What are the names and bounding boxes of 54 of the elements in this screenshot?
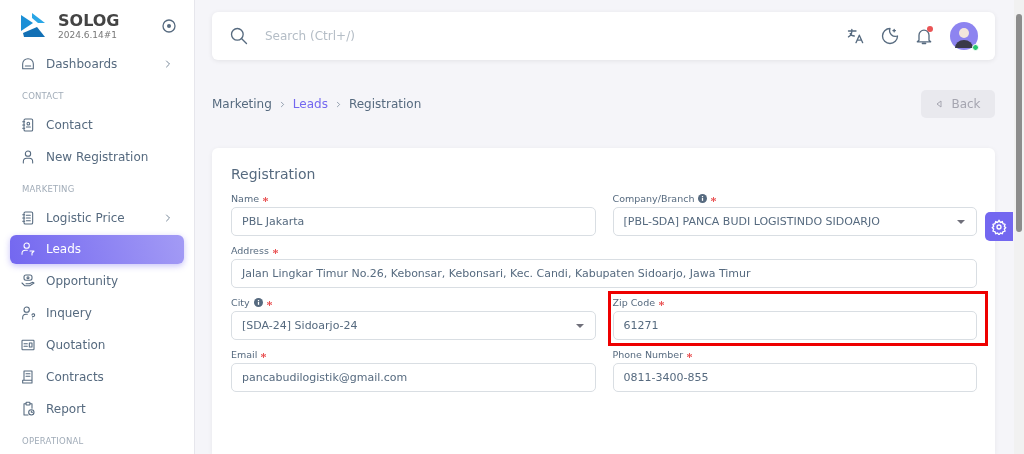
input-field[interactable]: 0811-3400-855	[612, 363, 977, 392]
section-heading: OPERATIONAL	[21, 434, 85, 448]
nav-item[interactable]: New Registration	[10, 142, 184, 172]
nav-item[interactable]: Logistic Price	[10, 203, 184, 232]
section-heading: CONTACT	[21, 89, 65, 103]
input-field[interactable]: pancabudilogistik@gmail.com	[231, 363, 596, 392]
info-icon	[253, 298, 263, 307]
input-field[interactable]: PBL Jakarta	[231, 207, 596, 236]
clipboard-report-icon	[20, 401, 36, 417]
search-icon	[229, 26, 249, 46]
form-title: Registration	[231, 166, 317, 182]
user-question-icon	[20, 305, 36, 322]
info-icon	[698, 194, 708, 203]
translate-icon[interactable]	[846, 26, 866, 46]
nav-item[interactable]: Inquery	[10, 298, 184, 328]
section-heading: MARKETING	[21, 182, 76, 196]
field-label: Email	[231, 349, 258, 360]
list-icon	[20, 209, 36, 226]
nav-item[interactable]: Leads	[10, 235, 184, 264]
moon-icon[interactable]	[880, 26, 900, 46]
document-icon	[20, 369, 36, 386]
caret-down-icon	[574, 322, 585, 329]
user-icon	[20, 148, 36, 165]
nav-item[interactable]: Quotation	[10, 330, 184, 360]
user-filter-icon	[20, 241, 36, 258]
version-label: 2024.6.14#1	[58, 29, 119, 40]
breadcrumb-item: Marketing	[212, 97, 272, 111]
gear-icon	[991, 218, 1007, 235]
contact-book-icon	[20, 116, 36, 133]
nav-item[interactable]: Report	[10, 394, 184, 424]
avatar[interactable]	[950, 22, 978, 50]
search-field[interactable]: Search (Ctrl+/)	[263, 28, 832, 44]
field-label: Zip Code	[612, 297, 656, 308]
caret-left-icon	[935, 100, 944, 108]
caret-down-icon	[956, 218, 966, 225]
nav-item[interactable]: Contact	[10, 110, 184, 140]
settings-button[interactable]	[985, 212, 1013, 241]
brand-name: SOLOG	[58, 11, 121, 30]
radio-toggle-icon[interactable]	[162, 18, 176, 33]
scrollbar[interactable]	[1014, 0, 1024, 454]
field-label: Address	[231, 245, 269, 256]
select-field[interactable]: [SDA-24] Sidoarjo-24	[231, 311, 596, 340]
nav-item[interactable]: Contracts	[10, 362, 184, 392]
nav-item[interactable]: Opportunity	[10, 266, 184, 296]
breadcrumb-item[interactable]: Leads	[292, 97, 328, 111]
field-label: Company/Branch	[612, 193, 695, 204]
nav-item[interactable]: Dashboards	[10, 49, 184, 79]
breadcrumb-item: Registration	[348, 97, 422, 111]
input-field[interactable]: Jalan Lingkar Timur No.26, Kebonsar, Kebonsari, Kec. Candi, Kabupaten Sidoarjo, Jawa Timur	[231, 259, 977, 288]
field-label: Name	[231, 193, 260, 204]
field-label: City	[231, 297, 250, 308]
input-field[interactable]: 61271	[612, 311, 977, 340]
select-field[interactable]: [PBL-SDA] PANCA BUDI LOGISTINDO SIDOARJO	[612, 207, 977, 236]
field-label: Phone Number	[612, 349, 684, 360]
